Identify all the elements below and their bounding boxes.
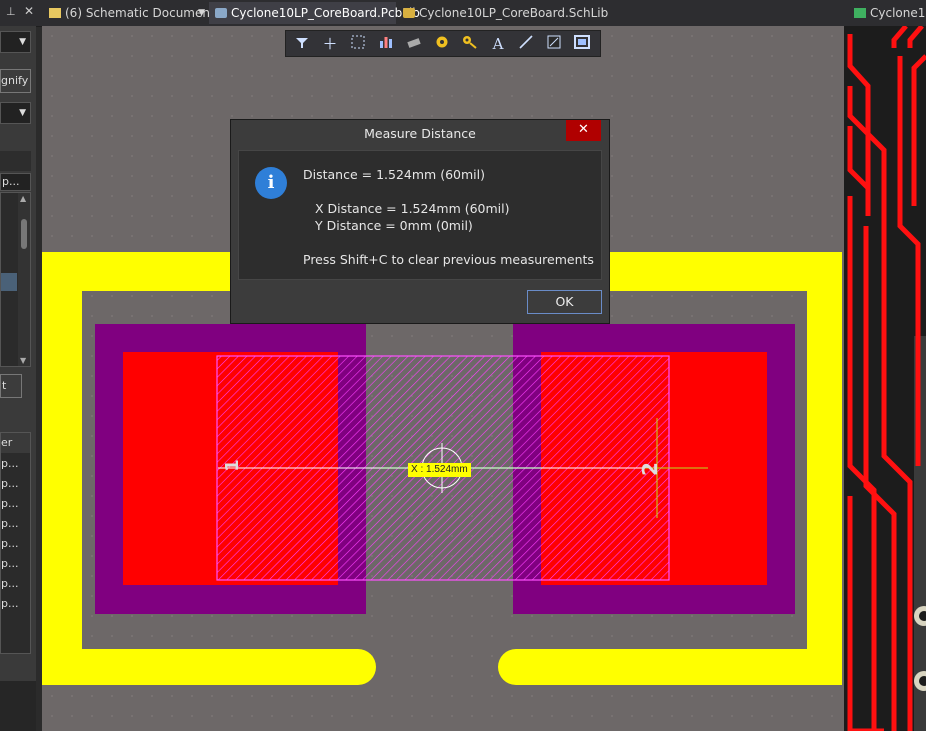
line-icon[interactable]	[515, 34, 537, 54]
filter-icon[interactable]	[291, 34, 313, 54]
pcblib-icon	[215, 8, 227, 18]
component-list[interactable]: ▲ ▼	[0, 192, 31, 367]
list-item[interactable]: p...	[1, 574, 18, 594]
active-bar-toolbar: ＋ A	[285, 30, 601, 57]
magnify-button[interactable]: gnify	[0, 69, 31, 93]
chevron-down-icon: ▼	[19, 108, 26, 118]
filter-dropdown[interactable]: ▼	[0, 102, 31, 124]
via-icon[interactable]	[459, 34, 481, 54]
x-distance-text: X Distance = 1.524mm (60mil)	[315, 201, 510, 216]
schlib-icon	[403, 8, 415, 18]
list-item[interactable]: p...	[1, 474, 18, 494]
list-item[interactable]: p...	[1, 534, 18, 554]
chevron-down-icon[interactable]: ▼	[198, 2, 205, 24]
select-rect-icon[interactable]	[347, 34, 369, 54]
region-icon[interactable]	[543, 34, 565, 54]
tab-schlib[interactable]: Cyclone10LP_CoreBoard.SchLib	[397, 2, 608, 24]
tab-pcblib[interactable]: Cyclone10LP_CoreBoard.PcbLib	[209, 2, 420, 24]
chart-icon[interactable]	[375, 34, 397, 54]
selected-row[interactable]	[1, 273, 17, 291]
panel-header-bar	[0, 151, 31, 171]
y-distance-text: Y Distance = 0mm (0mil)	[315, 218, 473, 233]
pad-number-1: 1	[221, 459, 243, 472]
list-item[interactable]: p...	[1, 514, 18, 534]
tab-label: Cyclone10LP_CoreBoard.PcbLib	[231, 6, 420, 20]
ok-button[interactable]: OK	[527, 290, 602, 314]
component-icon[interactable]	[403, 34, 425, 54]
text-icon[interactable]: A	[487, 34, 509, 54]
scrollbar-thumb[interactable]	[21, 219, 27, 249]
list-item[interactable]: p...	[1, 494, 18, 514]
layer-dropdown[interactable]: ▼	[0, 31, 31, 53]
document-tab-bar: ⊥ ✕ (6) Schematic Document ▼ Cyclone10LP…	[0, 0, 926, 27]
pad-icon[interactable]	[431, 34, 453, 54]
info-icon: i	[255, 167, 287, 199]
tab-label: (6) Schematic Document	[65, 6, 215, 20]
close-icon[interactable]: ✕	[24, 4, 34, 18]
magnify-label: gnify	[1, 74, 29, 87]
list-item[interactable]: p...	[1, 594, 18, 614]
crosshair-icon[interactable]: ＋	[319, 34, 341, 54]
tab-pcb-document[interactable]: Cyclone10	[848, 2, 926, 24]
list-scrollbar[interactable]: ▲ ▼	[18, 193, 30, 366]
pad-number-2: 2	[637, 462, 662, 476]
list-item[interactable]: p...	[1, 554, 18, 574]
chevron-down-icon[interactable]: ▼	[20, 356, 26, 365]
primitive-list: er p... p... p... p... p... p... p... p.…	[0, 432, 31, 654]
dialog-message-area: i Distance = 1.524mm (60mil) X Distance …	[238, 150, 602, 280]
pcb-preview-panel	[844, 26, 926, 731]
measure-distance-dialog: Measure Distance ✕ i Distance = 1.524mm …	[230, 119, 610, 324]
list-item[interactable]: p...	[1, 454, 18, 474]
panel-footer	[0, 681, 36, 731]
chevron-up-icon[interactable]: ▲	[20, 194, 26, 203]
hint-text: Press Shift+C to clear previous measurem…	[303, 252, 594, 267]
pcb-icon	[854, 8, 866, 18]
board-icon[interactable]	[571, 34, 593, 54]
measure-label: X : 1.524mm	[408, 463, 471, 477]
list-header: er	[1, 433, 30, 453]
panel-action-label: t	[2, 379, 7, 392]
tab-schematic-document[interactable]: (6) Schematic Document ▼	[43, 2, 215, 24]
tab-label: Cyclone10	[870, 6, 926, 20]
tab-label: Cyclone10LP_CoreBoard.SchLib	[419, 6, 609, 20]
schematic-icon	[49, 8, 61, 18]
search-text: p...	[2, 175, 20, 188]
pin-icon[interactable]: ⊥	[6, 5, 16, 18]
search-field[interactable]: p...	[0, 173, 31, 191]
left-panel: ▼ gnify ▼ p... ▲ ▼ t er p... p... p... p…	[0, 26, 36, 731]
chevron-down-icon: ▼	[19, 37, 26, 47]
panel-action-button[interactable]: t	[0, 374, 22, 398]
dialog-close-button[interactable]: ✕	[566, 120, 601, 141]
distance-text: Distance = 1.524mm (60mil)	[303, 167, 485, 182]
dialog-title: Measure Distance	[364, 126, 476, 141]
